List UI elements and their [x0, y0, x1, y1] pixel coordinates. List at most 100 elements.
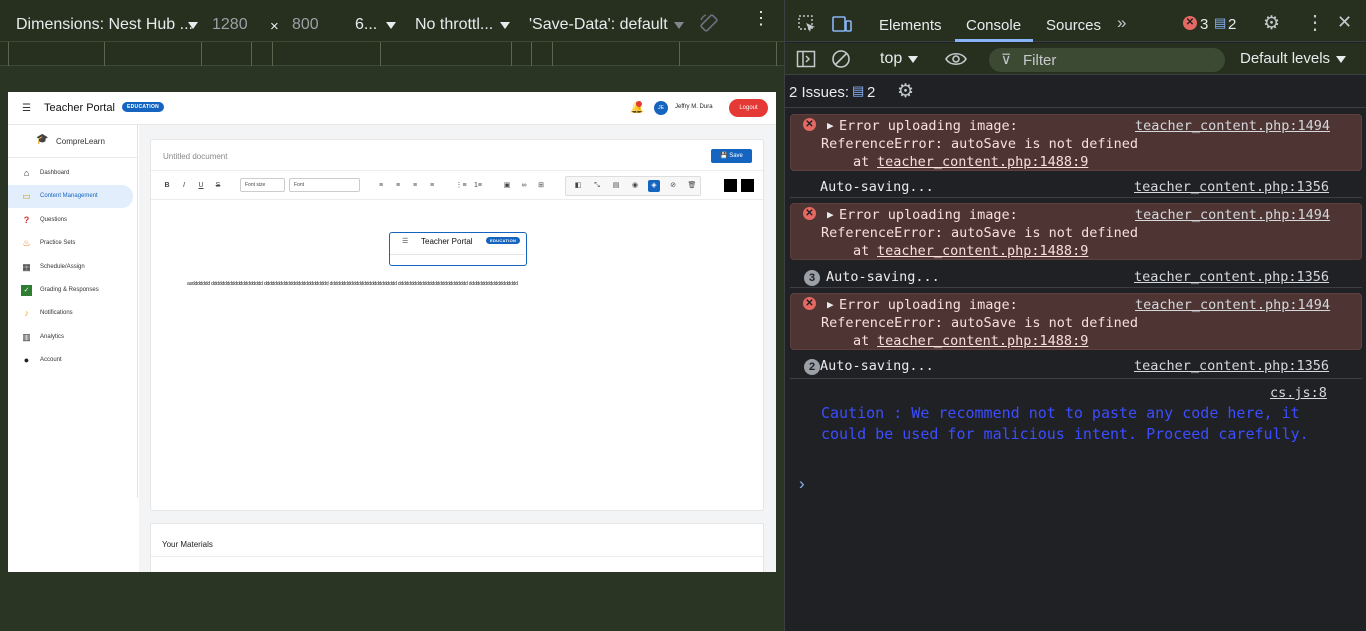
error-count[interactable]: 3 [1200, 16, 1208, 33]
issues-count[interactable]: 2 [867, 84, 875, 101]
highlight-color-swatch[interactable] [741, 179, 754, 192]
image-wrap-icon[interactable]: ◉ [629, 180, 641, 192]
console-prompt-icon[interactable]: › [799, 474, 805, 494]
sidebar-item-grading[interactable]: ✓ Grading & Responses [8, 279, 133, 302]
align-justify-icon[interactable]: ≡ [426, 180, 438, 192]
sidebar-item-questions[interactable]: ? Questions [8, 209, 133, 232]
underline-icon[interactable]: U [195, 180, 207, 192]
console-log[interactable]: 2 Auto-saving... teacher_content.php:135… [790, 357, 1362, 379]
devtools-tabbar: Elements Console Sources » ✕ 3 ▤ 2 ⚙ ⋮ ✕ [785, 0, 1366, 42]
error-icon[interactable]: ✕ [1183, 16, 1197, 30]
issue-message-icon[interactable]: ▤ [852, 83, 864, 99]
image-inline-icon[interactable]: ▤ [610, 180, 622, 192]
chevron-down-icon[interactable] [908, 56, 918, 63]
close-icon[interactable]: ✕ [1337, 12, 1352, 33]
bullet-list-icon[interactable]: ⋮≡ [455, 180, 467, 192]
sidebar-item-dashboard[interactable]: ⌂ Dashboard [8, 162, 133, 185]
device-select[interactable]: Dimensions: Nest Hub ... [16, 16, 193, 34]
save-data-select[interactable]: 'Save-Data': default [529, 16, 668, 34]
filter-input[interactable]: ⊽ Filter [989, 48, 1225, 72]
caution-source-link[interactable]: cs.js:8 [1270, 385, 1327, 401]
more-vert-icon[interactable]: ⋮ [752, 9, 770, 27]
console-log[interactable]: 3 Auto-saving... teacher_content.php:135… [790, 268, 1362, 288]
image-center-icon[interactable]: ◈ [648, 180, 660, 192]
trash-icon[interactable]: 🗑 [686, 180, 698, 192]
height-input[interactable]: 800 [292, 16, 319, 34]
console-error[interactable]: ✕ ▶ Error uploading image: teacher_conte… [790, 293, 1362, 350]
align-right-icon[interactable]: ≡ [409, 180, 421, 192]
console-error[interactable]: ✕ ▶ Error uploading image: teacher_conte… [790, 203, 1362, 260]
image-reset-icon[interactable]: ⊘ [667, 180, 679, 192]
chevron-down-icon[interactable] [674, 22, 684, 29]
message-icon[interactable]: ▤ [1214, 15, 1226, 31]
inspect-icon[interactable] [797, 14, 817, 34]
settings-gear-icon[interactable]: ⚙ [1263, 12, 1280, 35]
width-input[interactable]: 1280 [212, 16, 248, 34]
source-link[interactable]: teacher_content.php:1494 [1135, 117, 1330, 135]
image-align-left-icon[interactable]: ◧ [572, 180, 584, 192]
align-center-icon[interactable]: ≡ [392, 180, 404, 192]
sidebar-item-schedule[interactable]: ▦ Schedule/Assign [8, 256, 133, 279]
logout-button[interactable]: Logout [729, 99, 768, 117]
chevron-down-icon[interactable] [500, 22, 510, 29]
tab-console[interactable]: Console [966, 17, 1021, 34]
chevron-down-icon[interactable] [188, 22, 198, 29]
levels-select[interactable]: Default levels [1240, 50, 1330, 67]
more-vert-icon[interactable]: ⋮ [1305, 10, 1325, 35]
font-select[interactable]: Font [289, 178, 360, 192]
sidebar-item-account[interactable]: ● Account [8, 349, 133, 372]
message-count[interactable]: 2 [1228, 16, 1236, 33]
source-link[interactable]: teacher_content.php:1356 [1134, 357, 1329, 375]
image-icon[interactable]: ▣ [501, 180, 513, 192]
media-query-ruler[interactable] [0, 41, 784, 66]
source-link[interactable]: teacher_content.php:1356 [1134, 268, 1329, 286]
table-icon[interactable]: ⊞ [535, 180, 547, 192]
device-toggle-icon[interactable] [831, 14, 853, 34]
console-log[interactable]: Auto-saving... teacher_content.php:1356 [790, 178, 1362, 198]
expand-triangle-icon[interactable]: ▶ [827, 296, 834, 314]
more-tabs-icon[interactable]: » [1117, 13, 1126, 33]
sidebar-toggle-icon[interactable] [796, 50, 816, 68]
numbered-list-icon[interactable]: 1≡ [472, 180, 484, 192]
sidebar-item-notifications[interactable]: ♪ Notifications [8, 302, 133, 325]
throttle-select[interactable]: No throttl... [415, 16, 493, 34]
eye-icon[interactable] [944, 50, 968, 68]
save-button[interactable]: 💾 Save [711, 149, 752, 163]
source-link[interactable]: teacher_content.php:1494 [1135, 206, 1330, 224]
tab-sources[interactable]: Sources [1046, 17, 1101, 34]
font-size-select[interactable]: Font size [240, 178, 285, 192]
chevron-down-icon[interactable] [386, 22, 396, 29]
source-link[interactable]: teacher_content.php:1356 [1134, 178, 1329, 196]
zoom-select[interactable]: 6... [355, 16, 377, 34]
settings-gear-icon[interactable]: ⚙ [897, 80, 914, 103]
console-error[interactable]: ✕ ▶ Error uploading image: teacher_conte… [790, 114, 1362, 171]
sidebar-item-practice-sets[interactable]: ♨ Practice Sets [8, 232, 133, 255]
rotate-icon[interactable] [698, 12, 720, 34]
document-body-text[interactable]: asddddddd dddddddddddddddddddd ddddddddd… [187, 281, 518, 287]
context-select[interactable]: top [880, 50, 902, 68]
chevron-down-icon[interactable] [1336, 56, 1346, 63]
error-icon: ✕ [803, 297, 816, 310]
text-color-swatch[interactable] [724, 179, 737, 192]
clear-console-icon[interactable] [831, 49, 851, 69]
avatar[interactable]: JE [654, 101, 668, 115]
source-link[interactable]: teacher_content.php:1494 [1135, 296, 1330, 314]
sidebar-item-content-management[interactable]: ▭ Content Management [8, 185, 133, 208]
bold-icon[interactable]: B [161, 180, 173, 192]
expand-triangle-icon[interactable]: ▶ [827, 206, 834, 224]
link-icon[interactable]: ∞ [518, 180, 530, 192]
stack-link[interactable]: teacher_content.php:1488:9 [877, 332, 1088, 350]
image-resize-icon[interactable]: ⤡ [591, 180, 603, 192]
expand-triangle-icon[interactable]: ▶ [827, 117, 834, 135]
embedded-image[interactable]: ☰ Teacher Portal EDUCATION [389, 232, 527, 266]
align-left-icon[interactable]: ≡ [375, 180, 387, 192]
stack-link[interactable]: teacher_content.php:1488:9 [877, 153, 1088, 171]
tab-elements[interactable]: Elements [879, 17, 942, 34]
issues-label[interactable]: 2 Issues: [789, 84, 849, 101]
strikethrough-icon[interactable]: S [212, 180, 224, 192]
stack-link[interactable]: teacher_content.php:1488:9 [877, 242, 1088, 260]
sidebar-item-analytics[interactable]: ▥ Analytics [8, 326, 133, 349]
document-title-input[interactable]: Untitled document [163, 152, 227, 161]
italic-icon[interactable]: I [178, 180, 190, 192]
menu-icon[interactable]: ☰ [22, 103, 31, 114]
